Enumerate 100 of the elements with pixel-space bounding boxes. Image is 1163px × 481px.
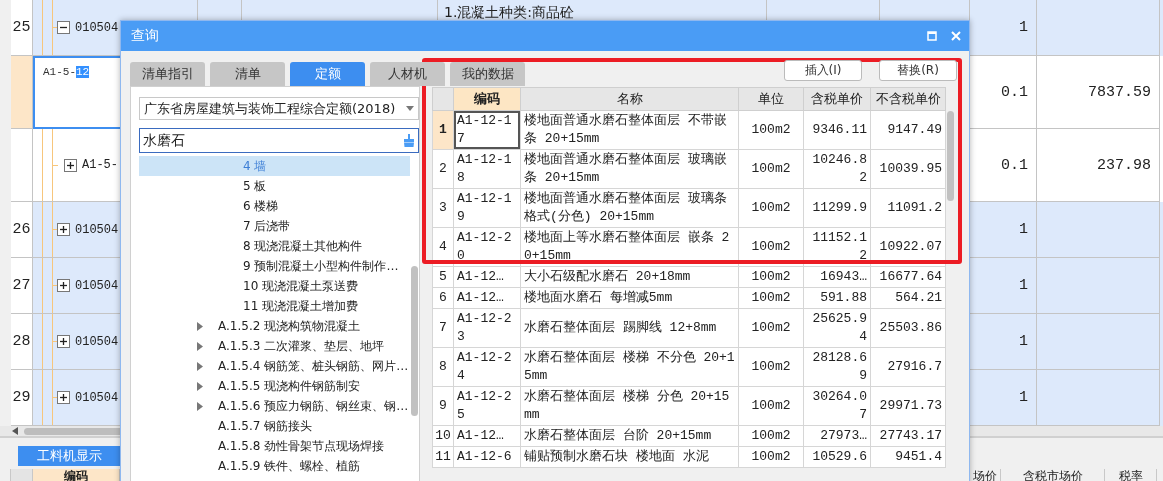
tree-item[interactable]: 6 楼梯 [139,196,410,216]
tree-item[interactable]: A.1.5.7 钢筋接头 [139,416,410,436]
table-cell: 27973… [803,425,871,447]
column-header[interactable]: 不含税单价 [870,87,946,111]
column-header[interactable]: 含税单价 [803,87,871,111]
tree-item[interactable]: A.1.5.9 铁件、螺栓、植筋 [139,456,410,476]
tree-item[interactable]: 10 现浇混凝土泵送费 [139,276,410,296]
tree-item[interactable]: 9 预制混凝土小型构件制作… [139,256,410,276]
expand-arrow-icon[interactable] [197,361,203,371]
table-cell: 11091.2 [870,188,946,228]
table-cell: A1-12-19 [453,188,521,228]
plus-box-icon[interactable] [57,335,70,348]
column-header[interactable]: 编码 [453,87,521,111]
tree-item[interactable]: A.1.5.3 二次灌浆、垫层、地坪 [139,336,410,356]
row-number: 25 [12,19,31,36]
table-cell: 16943… [803,266,871,288]
row-number[interactable]: 2 [432,149,454,189]
plus-box-icon[interactable] [57,279,70,292]
caret-icon [406,106,414,111]
maximize-icon[interactable] [927,31,937,41]
expand-arrow-icon[interactable] [197,341,203,351]
expand-arrow-icon[interactable] [197,401,203,411]
scroll-left-icon[interactable] [12,427,18,435]
tree-item[interactable]: 11 现浇混凝土增加费 [139,296,410,316]
table-cell: 楼地面普通水磨石整体面层 不带嵌条 20+15mm [520,110,739,150]
tree-item[interactable]: A.1.5.2 现浇构筑物混凝土 [139,316,410,336]
table-cell: A1-12-23 [453,308,521,348]
code-text: 010504 [75,278,119,293]
table-cell: A1-12-17 [453,110,521,150]
tree-item[interactable]: A.1.5.6 预应力钢筋、钢丝束、钢… [139,396,410,416]
table-cell: A1-12… [453,266,521,288]
replace-button[interactable]: 替换(R) [879,60,957,81]
scrollbar-thumb[interactable] [947,111,954,201]
table-cell: 楼地面普通水磨石整体面层 玻璃嵌条 20+15mm [520,149,739,189]
tab[interactable]: 清单指引 [130,62,205,86]
table-cell: 楼地面普通水磨石整体面层 玻璃条格式(分色) 20+15mm [520,188,739,228]
table-cell: 100m2 [738,308,804,348]
table-cell: 28128.69 [803,347,871,387]
row-number[interactable]: 8 [432,347,454,387]
table-cell: A1-12-20 [453,227,521,267]
column-header: 场价 [970,469,1001,481]
tree-item[interactable]: A.1.5.8 劲性骨架节点现场焊接 [139,436,410,456]
row-number[interactable]: 7 [432,308,454,348]
plus-box-icon[interactable] [57,391,70,404]
scrollbar-thumb[interactable] [411,266,418,416]
table-cell: 25503.86 [870,308,946,348]
search-field[interactable]: 水磨石 [139,128,419,153]
row-number[interactable]: 1 [432,110,454,150]
expand-arrow-icon[interactable] [197,381,203,391]
table-cell: 100m2 [738,266,804,288]
table-cell: 100m2 [738,188,804,228]
table-cell: A1-12-24 [453,347,521,387]
row-number: 27 [12,277,31,294]
table-cell: 25625.94 [803,308,871,348]
table-cell: 大小石级配水磨石 20+18mm [520,266,739,288]
plus-box-icon[interactable] [57,223,70,236]
dialog-title: 查询 [131,27,159,45]
tab[interactable]: 我的数据 [450,62,525,86]
table-cell: 水磨石整体面层 台阶 20+15mm [520,425,739,447]
code-text: A1-5- [82,158,118,172]
tab[interactable]: 清单 [210,62,285,86]
insert-button[interactable]: 插入(I) [784,60,862,81]
column-header[interactable]: 单位 [738,87,804,111]
row-number[interactable]: 10 [432,425,454,447]
close-icon[interactable] [951,31,961,41]
table-cell: 10922.07 [870,227,946,267]
table-cell: 100m2 [738,287,804,309]
table-cell: 楼地面水磨石 每增减5mm [520,287,739,309]
tree-item[interactable]: A.1.5.5 现浇构件钢筋制安 [139,376,410,396]
tree-item[interactable]: 8 现浇混凝土其他构件 [139,236,410,256]
column-header: 编码 [33,469,120,481]
table-cell: 水磨石整体面层 楼梯 不分色 20+15mm [520,347,739,387]
table-cell: 100m2 [738,110,804,150]
brush-icon[interactable] [403,134,415,147]
table-cell: 水磨石整体面层 楼梯 分色 20+15mm [520,386,739,426]
table-cell: 10529.6 [803,446,871,468]
library-dropdown[interactable]: 广东省房屋建筑与装饰工程综合定额(2018) [139,97,419,120]
minus-box-icon[interactable] [57,21,70,34]
plus-box-icon[interactable] [64,158,77,172]
table-cell: 9346.11 [803,110,871,150]
tab[interactable]: 人材机 [370,62,445,86]
column-header[interactable]: 名称 [520,87,739,111]
code-text: 010504 [75,20,119,35]
table-cell: 100m2 [738,386,804,426]
row-number[interactable]: 9 [432,386,454,426]
row-number[interactable]: 11 [432,446,454,468]
tree-item[interactable]: 5 板 [139,176,410,196]
table-cell: 30264.07 [803,386,871,426]
description-text: 1.混凝土种类:商品砼 [444,4,575,22]
row-number[interactable]: 6 [432,287,454,309]
expand-arrow-icon[interactable] [197,321,203,331]
row-number[interactable]: 5 [432,266,454,288]
table-cell: 10246.82 [803,149,871,189]
tree-item[interactable]: A.1.5.4 钢筋笼、桩头钢筋、网片… [139,356,410,376]
table-cell: 27743.17 [870,425,946,447]
tree-item[interactable]: 7 后浇带 [139,216,410,236]
table-cell: A1-12-25 [453,386,521,426]
table-cell: 楼地面上等水磨石整体面层 嵌条 20+15mm [520,227,739,267]
table-cell: 591.88 [803,287,871,309]
row-number[interactable]: 3 [432,188,454,228]
